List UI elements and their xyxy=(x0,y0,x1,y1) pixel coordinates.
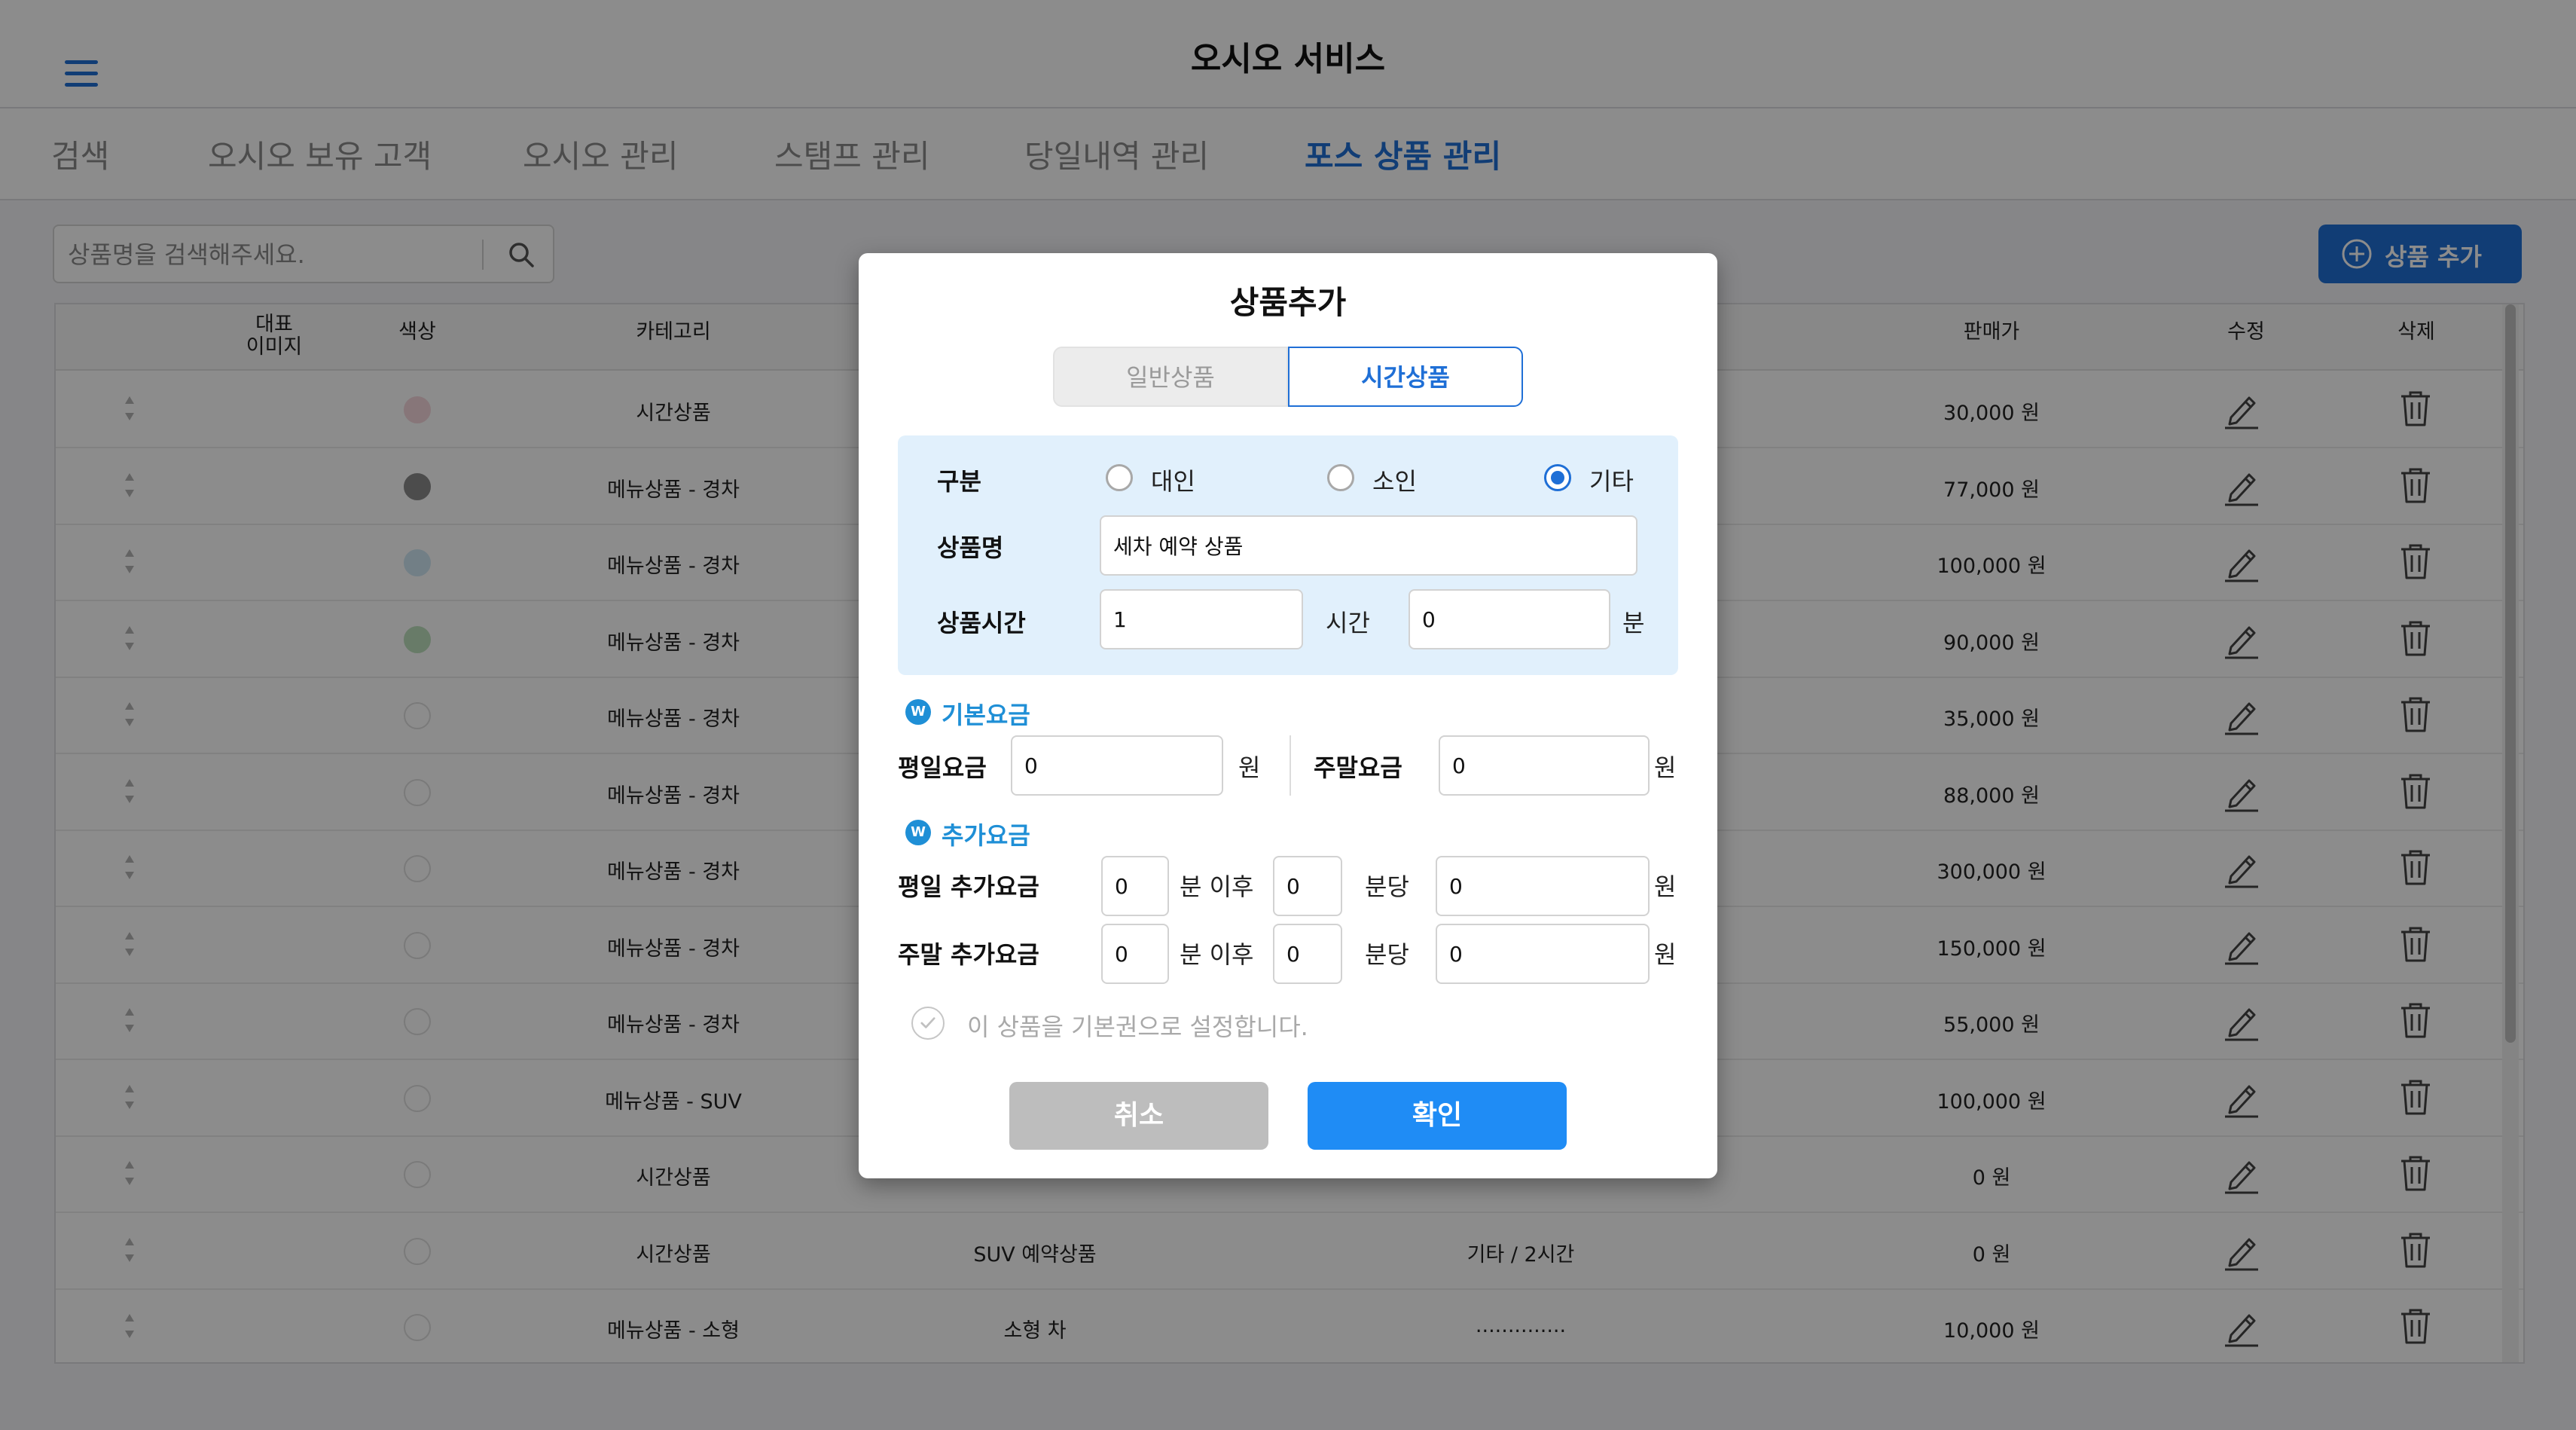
weekday-fee-unit: 원 xyxy=(1238,753,1261,782)
product-info-panel: 구분 대인 소인 기타 상품명 상품시간 시간 분 xyxy=(898,435,1678,675)
radio-adult[interactable] xyxy=(1106,464,1133,491)
weekday-fee-input[interactable] xyxy=(1011,735,1223,796)
weekday-after-minutes-input[interactable] xyxy=(1101,856,1169,916)
weekend-extra-label: 주말 추가요금 xyxy=(898,940,1039,969)
weekend-extra-unit: 원 xyxy=(1654,940,1677,969)
weekend-fee-label: 주말요금 xyxy=(1314,753,1402,782)
general-product-tab[interactable]: 일반상품 xyxy=(1053,347,1288,407)
radio-child[interactable] xyxy=(1327,464,1354,491)
weekday-per-minutes-label: 분당 xyxy=(1365,872,1409,901)
weekend-per-minutes-input[interactable] xyxy=(1273,924,1342,984)
weekday-per-minutes-input[interactable] xyxy=(1273,856,1342,916)
radio-child-label: 소인 xyxy=(1372,467,1417,496)
hours-input[interactable] xyxy=(1100,589,1303,649)
weekend-fee-input[interactable] xyxy=(1439,735,1650,796)
product-name-label: 상품명 xyxy=(937,533,1004,562)
weekday-extra-amount-input[interactable] xyxy=(1436,856,1650,916)
radio-other[interactable] xyxy=(1544,464,1571,491)
dialog-title: 상품추가 xyxy=(1229,284,1347,321)
confirm-button[interactable]: 확인 xyxy=(1308,1082,1567,1150)
won-icon: W xyxy=(905,820,931,845)
weekend-after-minutes-label: 분 이후 xyxy=(1180,940,1254,969)
weekday-fee-label: 평일요금 xyxy=(898,753,987,782)
division-label: 구분 xyxy=(937,467,981,496)
weekend-fee-unit: 원 xyxy=(1654,753,1677,782)
fee-divider xyxy=(1290,735,1291,796)
add-product-dialog: 상품추가 일반상품 시간상품 구분 대인 소인 기타 상품명 상품시간 시간 분… xyxy=(859,253,1717,1178)
minutes-input[interactable] xyxy=(1409,589,1610,649)
check-circle-icon[interactable] xyxy=(911,1007,945,1040)
hours-unit: 시간 xyxy=(1326,609,1370,637)
cancel-button[interactable]: 취소 xyxy=(1009,1082,1268,1150)
weekend-extra-amount-input[interactable] xyxy=(1436,924,1650,984)
minutes-unit: 분 xyxy=(1622,609,1645,637)
weekend-per-minutes-label: 분당 xyxy=(1365,940,1409,969)
time-product-tab[interactable]: 시간상품 xyxy=(1288,347,1523,407)
weekend-after-minutes-input[interactable] xyxy=(1101,924,1169,984)
won-icon: W xyxy=(905,699,931,725)
weekday-extra-label: 평일 추가요금 xyxy=(898,872,1039,901)
product-type-toggle: 일반상품 시간상품 xyxy=(1053,347,1523,407)
product-time-label: 상품시간 xyxy=(937,609,1026,637)
radio-other-label: 기타 xyxy=(1589,467,1634,496)
weekday-extra-unit: 원 xyxy=(1654,872,1677,901)
radio-adult-label: 대인 xyxy=(1151,467,1195,496)
extra-fee-title: 추가요금 xyxy=(942,821,1030,850)
product-name-input[interactable] xyxy=(1100,515,1637,576)
weekday-after-minutes-label: 분 이후 xyxy=(1180,872,1254,901)
default-ticket-label[interactable]: 이 상품을 기본권으로 설정합니다. xyxy=(967,1008,1308,1043)
basic-fee-title: 기본요금 xyxy=(942,701,1030,729)
